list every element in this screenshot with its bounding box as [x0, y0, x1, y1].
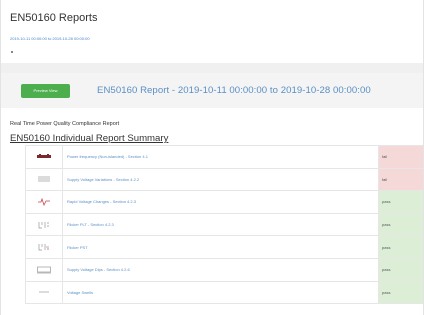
report-heading: EN50160 Report - 2019-10-11 00:00:00 to … [97, 85, 371, 96]
row-result: pass [378, 235, 423, 259]
row-result: fail [378, 145, 423, 169]
page-title: EN50160 Reports [10, 12, 98, 24]
bullet-marker [11, 51, 13, 53]
row-name[interactable]: Flicker PLT - Section 4.2.3 [62, 212, 379, 237]
table-row[interactable]: Supply Voltage Variations - Section 4.2.… [25, 167, 423, 192]
frequency-icon [25, 145, 63, 169]
flicker-icon [25, 212, 63, 237]
row-result: fail [378, 167, 423, 192]
table-row[interactable]: Flicker PST pass [25, 235, 423, 259]
table-row[interactable]: Power frequency (Non-islanded) - Section… [25, 145, 423, 169]
row-name[interactable]: Supply Voltage Variations - Section 4.2.… [62, 167, 379, 192]
report-page: EN50160 Reports 2019-10-11 00:00:00 to 2… [0, 0, 424, 315]
divider-band [1, 63, 423, 73]
voltage-swell-icon [25, 280, 63, 305]
date-range-link[interactable]: 2019-10-11 00:00:00 to 2019-10-28 00:00:… [10, 36, 423, 42]
row-name[interactable]: Flicker PST [62, 235, 379, 259]
row-result: pass [378, 280, 423, 305]
table-row[interactable]: Supply Voltage Dips - Section 4.2.6 pass [25, 257, 423, 282]
flicker-pst-icon [25, 235, 63, 259]
summary-table: Power frequency (Non-islanded) - Section… [25, 145, 423, 305]
report-subtitle: Real Time Power Quality Compliance Repor… [10, 121, 120, 127]
row-result: pass [378, 257, 423, 282]
table-row[interactable]: Voltage Swells pass [25, 280, 423, 305]
row-result: pass [378, 212, 423, 237]
row-name[interactable]: Power frequency (Non-islanded) - Section… [62, 145, 379, 169]
voltage-variation-icon [25, 167, 63, 192]
row-name[interactable]: Voltage Swells [62, 280, 379, 305]
rapid-voltage-change-icon [25, 190, 63, 214]
row-name[interactable]: Supply Voltage Dips - Section 4.2.6 [62, 257, 379, 282]
row-name[interactable]: Rapid Voltage Changes - Section 4.2.3 [62, 190, 379, 214]
preview-view-button[interactable]: Preview View [21, 83, 70, 98]
row-result: pass [378, 190, 423, 214]
report-bar: Preview View EN50160 Report - 2019-10-11… [1, 73, 423, 108]
table-row[interactable]: Flicker PLT - Section 4.2.3 pass [25, 212, 423, 237]
table-row[interactable]: Rapid Voltage Changes - Section 4.2.3 pa… [25, 190, 423, 214]
voltage-dip-icon [25, 257, 63, 282]
summary-title: EN50160 Individual Report Summary [10, 133, 169, 144]
